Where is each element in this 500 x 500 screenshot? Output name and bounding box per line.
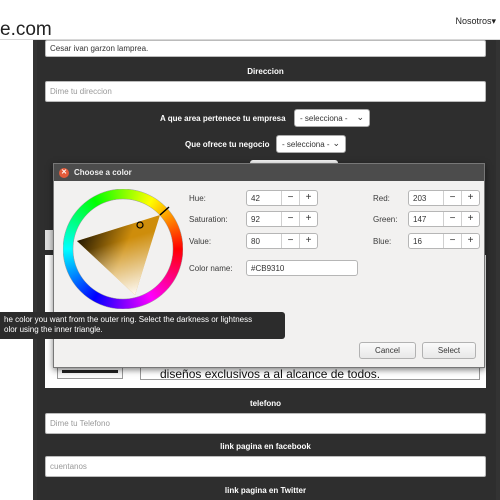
telefono-label: telefono — [249, 399, 282, 408]
green-spin[interactable]: 147 − + — [408, 211, 480, 227]
facebook-input[interactable]: cuentanos — [45, 456, 486, 477]
value-spin[interactable]: 80 − + — [246, 233, 318, 249]
site-url-fragment: e.com — [0, 19, 52, 40]
select-button[interactable]: Select — [422, 342, 476, 359]
dialog-title: Choose a color — [74, 168, 132, 177]
hue-value[interactable]: 42 — [251, 194, 260, 203]
chevron-down-icon: ▾ — [491, 16, 496, 26]
color-wheel-graphic[interactable] — [62, 188, 184, 310]
negocio-select-value: - selecciona - — [282, 140, 330, 149]
green-value[interactable]: 147 — [413, 215, 426, 224]
hue-spin[interactable]: 42 − + — [246, 190, 318, 206]
color-wheel[interactable] — [62, 188, 184, 310]
minus-icon[interactable]: − — [443, 191, 461, 205]
color-name-input[interactable]: #CB9310 — [246, 260, 358, 276]
chevron-down-icon: ⌄ — [332, 138, 340, 148]
screen: e.com Nosotros▾ Cesar ivan garzon lampre… — [0, 0, 500, 500]
sv-triangle[interactable] — [77, 215, 160, 295]
minus-icon[interactable]: − — [443, 234, 461, 248]
negocio-label: Que ofrece tu negocio — [185, 140, 270, 149]
nav-nosotros-menu[interactable]: Nosotros▾ — [455, 16, 496, 27]
area-select[interactable]: - selecciona - ⌄ — [294, 109, 370, 127]
browser-topbar: e.com Nosotros▾ — [0, 0, 500, 40]
minus-icon[interactable]: − — [281, 234, 299, 248]
blue-spin[interactable]: 16 − + — [408, 233, 480, 249]
name-field[interactable]: Cesar ivan garzon lamprea. — [45, 40, 486, 57]
color-wheel-tooltip: he color you want from the outer ring. S… — [0, 312, 285, 339]
minus-icon[interactable]: − — [281, 191, 299, 205]
background-tab-stub — [45, 230, 53, 250]
red-label: Red: — [373, 194, 390, 203]
saturation-value[interactable]: 92 — [251, 215, 260, 224]
plus-icon[interactable]: + — [461, 234, 479, 248]
chevron-down-icon: ⌄ — [356, 112, 364, 122]
saturation-spin[interactable]: 92 − + — [246, 211, 318, 227]
dialog-titlebar: ✕ Choose a color — [54, 164, 484, 181]
minus-icon[interactable]: − — [281, 212, 299, 226]
plus-icon[interactable]: + — [299, 191, 317, 205]
area-label: A que area pertenece tu empresa — [160, 114, 286, 123]
plus-icon[interactable]: + — [299, 212, 317, 226]
value-value[interactable]: 80 — [251, 237, 260, 246]
value-label: Value: — [189, 237, 212, 246]
facebook-label: link pagina en facebook — [220, 442, 311, 451]
red-spin[interactable]: 203 − + — [408, 190, 480, 206]
twitter-label: link pagina en Twitter — [224, 486, 307, 495]
green-label: Green: — [373, 215, 398, 224]
saturation-label: Saturation: — [189, 215, 228, 224]
minus-icon[interactable]: − — [443, 212, 461, 226]
tooltip-line-1: he color you want from the outer ring. S… — [4, 315, 253, 324]
color-name-label: Color name: — [189, 264, 233, 273]
hue-label: Hue: — [189, 194, 206, 203]
cancel-button[interactable]: Cancel — [359, 342, 416, 359]
direccion-input[interactable]: Dime tu direccion — [45, 81, 486, 102]
plus-icon[interactable]: + — [461, 191, 479, 205]
tooltip-line-2: olor using the inner triangle. — [4, 325, 103, 334]
negocio-select[interactable]: - selecciona - ⌄ — [276, 135, 346, 153]
red-value[interactable]: 203 — [413, 194, 426, 203]
blue-value[interactable]: 16 — [413, 237, 422, 246]
plus-icon[interactable]: + — [299, 234, 317, 248]
plus-icon[interactable]: + — [461, 212, 479, 226]
close-icon[interactable]: ✕ — [59, 168, 69, 178]
area-select-value: - selecciona - — [300, 114, 348, 123]
nav-nosotros-label: Nosotros — [455, 16, 492, 26]
direccion-label: Direccion — [247, 67, 284, 76]
background-slogan: diseños exclusivos a al alcance de todos… — [160, 367, 381, 381]
blue-label: Blue: — [373, 237, 392, 246]
telefono-input[interactable]: Dime tu Telefono — [45, 413, 486, 434]
